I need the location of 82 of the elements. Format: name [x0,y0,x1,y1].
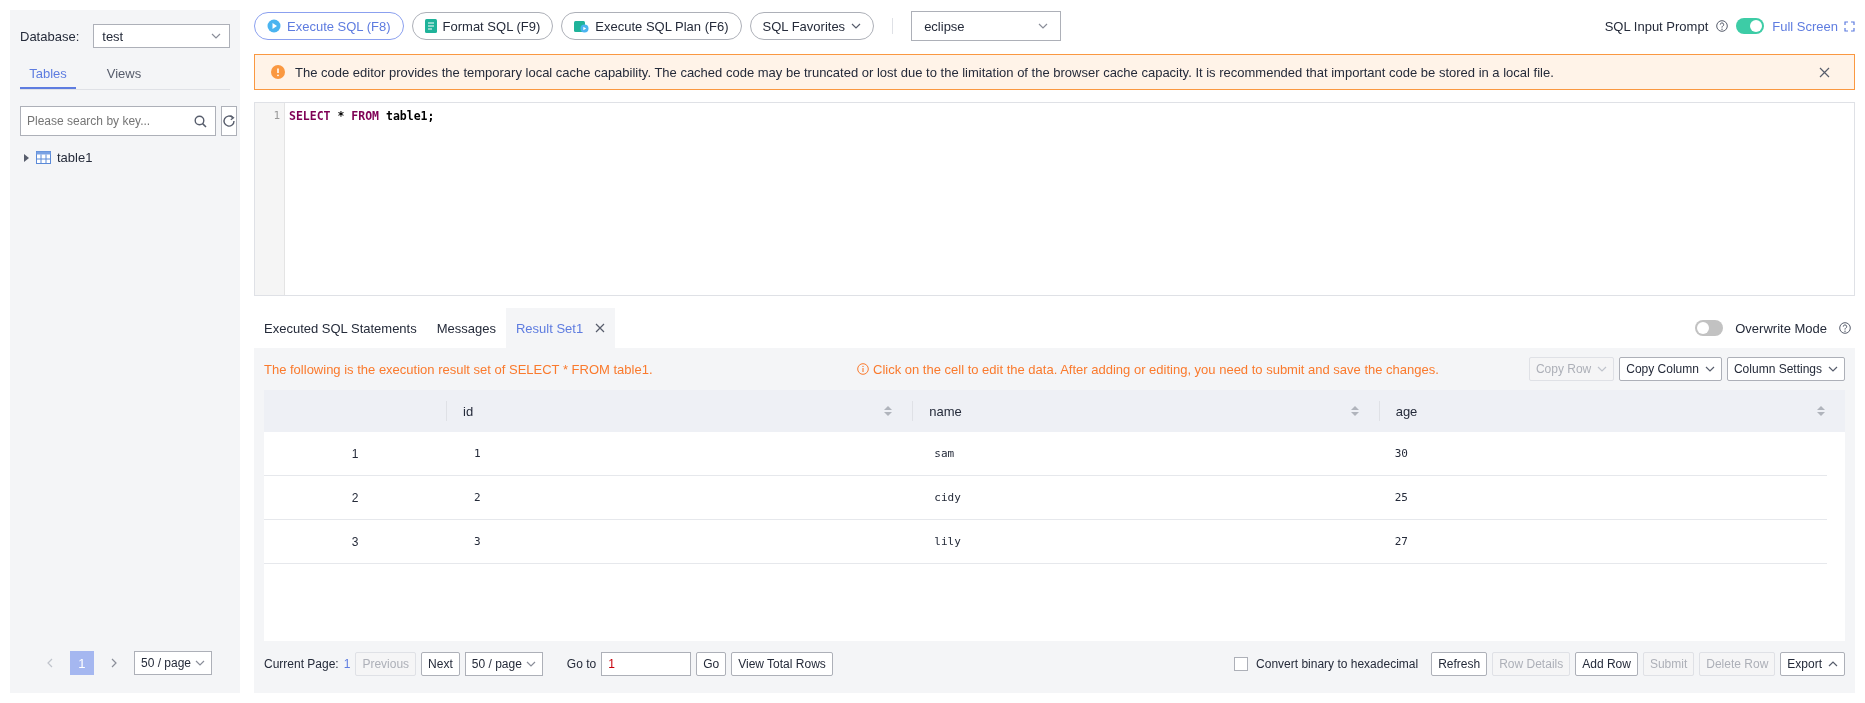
table-cell[interactable]: sam [906,447,1367,460]
toggle-switch[interactable] [1736,18,1765,34]
calendar-play-icon [574,19,590,33]
help-icon [1839,322,1851,334]
refresh-icon [222,114,236,128]
goto-label: Go to [566,657,597,671]
alert-message: The code editor provides the temporary local cache capability. The cached code may be truncated or lost due to the limitation of the browser cache capacity. It is recommended that important code be stored in a local file. [295,64,1555,80]
document-icon [424,19,437,33]
column-header[interactable]: id [446,401,913,421]
warning-icon [271,65,285,79]
current-page-label: Current Page: [264,657,339,671]
overwrite-mode-label: Overwrite Mode [1735,320,1827,336]
chevron-down-icon [1038,23,1049,29]
export-button[interactable]: Export [1780,652,1845,676]
column-header[interactable]: age [1378,401,1845,421]
go-button[interactable]: Go [696,652,727,676]
result-tab[interactable]: Result Set1 [505,308,616,348]
info-icon [857,363,869,375]
page-size-select[interactable]: 50 / page [133,651,212,675]
sort-icon [1350,405,1359,417]
table-cell[interactable]: 25 [1366,491,1827,504]
row-number: 1 [350,446,360,461]
chevron-down-icon [525,661,536,667]
row-number: 3 [350,534,360,549]
favorites-dropdown[interactable]: SQL Favorites [749,12,875,40]
table-icon [36,151,51,164]
dropdown-button[interactable]: Copy Column [1619,357,1722,381]
sort-icon [1817,405,1825,417]
code-line: SELECT * FROM table1; [289,109,435,123]
input-prompt-label: SQL Input Prompt [1604,18,1709,34]
close-icon [1819,66,1830,78]
table-cell[interactable]: 1 [446,447,907,460]
chevron-down-icon [851,23,862,29]
chevron-up-icon [1828,661,1838,667]
play-icon [267,19,281,33]
page-size-select[interactable]: 50 / page [464,652,543,676]
full-screen-link[interactable]: Full Screen [1772,18,1855,34]
line-number: 1 [272,109,280,122]
chevron-down-icon [1828,366,1838,372]
table-cell[interactable]: 3 [446,535,907,548]
expand-icon [1844,20,1855,32]
chevron-down-icon [1597,366,1608,372]
result-tab[interactable]: Executed SQL Statements [254,308,427,348]
checkbox[interactable] [1234,657,1249,671]
theme-select[interactable]: eclipse [911,11,1062,41]
checkbox-label: Convert binary to hexadecimal [1256,657,1419,671]
toolbar-button[interactable]: Execute SQL Plan (F6) [561,12,742,40]
table-cell[interactable]: 30 [1366,447,1827,460]
sidebar-tab[interactable]: Tables [20,60,76,89]
current-page-number: 1 [343,657,351,671]
sidebar-tab[interactable]: Views [96,60,152,89]
toolbar-button[interactable]: Format SQL (F9) [411,12,554,40]
help-icon [1716,20,1729,32]
action-button[interactable]: Refresh [1431,652,1488,676]
table-cell[interactable]: 27 [1366,535,1827,548]
table-cell[interactable]: 2 [446,491,907,504]
sort-icon [884,405,893,417]
code-editor[interactable]: 1 SELECT * FROM table1; [254,102,1855,296]
result-tab[interactable]: Messages [426,308,506,348]
dropdown-button[interactable]: Column Settings [1726,357,1845,381]
table-cell[interactable]: lily [906,535,1367,548]
result-summary: The following is the execution result set of SELECT * FROM table1. [264,361,653,377]
chevron-left-icon [46,657,53,668]
chevron-down-icon [1704,366,1715,372]
edit-hint: Click on the cell to edit the data. After adding or editing, you need to submit and save the changes. [873,361,1439,377]
close-icon [595,323,606,333]
row-number: 2 [350,490,360,505]
database-label: Database: [20,28,80,44]
toggle-switch[interactable] [1695,320,1724,336]
chevron-down-icon [195,660,205,666]
chevron-right-icon [110,657,117,668]
pager-button[interactable]: Next [421,652,460,676]
refresh-button[interactable] [221,106,237,136]
tree-item[interactable]: table1 [20,148,230,167]
chevron-down-icon [211,33,221,39]
column-header[interactable]: name [912,401,1379,421]
view-total-rows-button[interactable]: View Total Rows [731,652,833,676]
table-cell[interactable]: cidy [906,491,1367,504]
action-button[interactable]: Add Row [1575,652,1638,676]
toolbar-button[interactable]: Execute SQL (F8) [254,12,404,40]
page-input[interactable]: 1 [601,652,692,676]
database-select[interactable]: test [93,24,230,48]
